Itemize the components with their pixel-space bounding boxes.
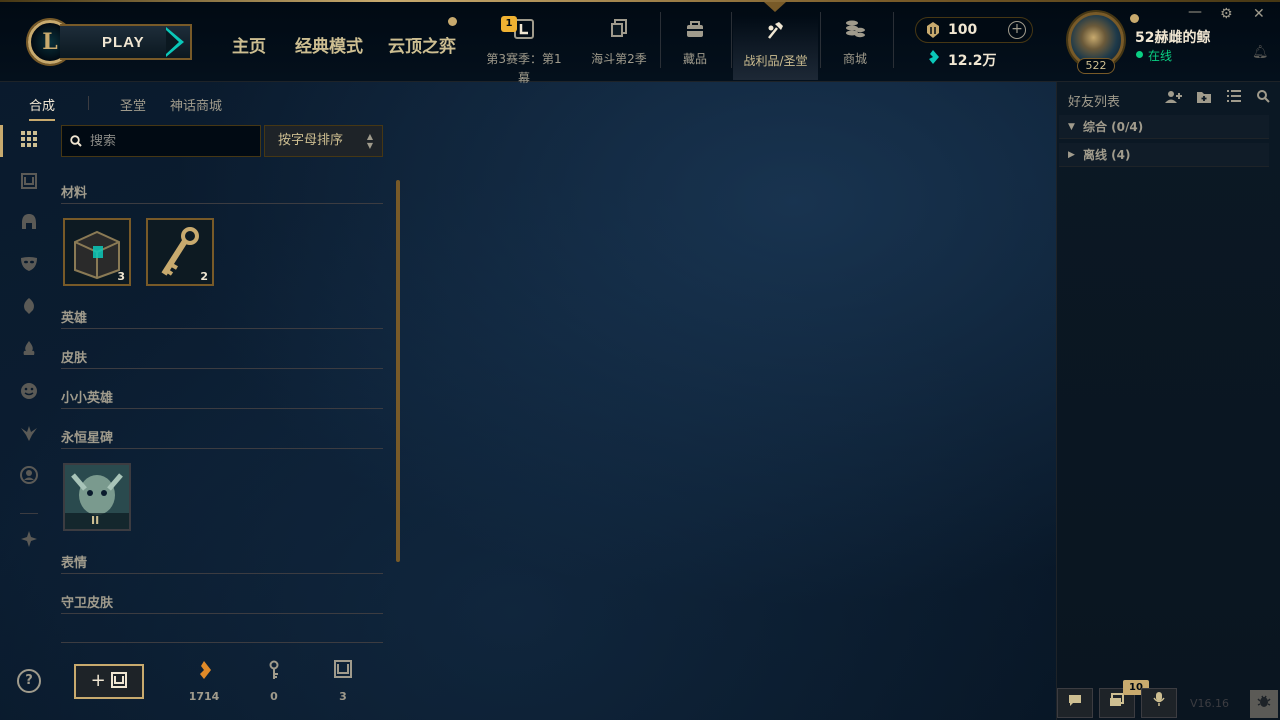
buy-rp-button[interactable]: +	[1008, 21, 1026, 39]
caret-right-icon: ▶	[1068, 150, 1075, 160]
event-cards-icon	[579, 18, 659, 42]
active-tab-indicator	[764, 2, 786, 12]
nav-collection-label: 藏品	[682, 52, 707, 66]
rp-value: 100	[948, 22, 978, 38]
friend-group-general[interactable]: ▼ 综合 (0/4)	[1059, 115, 1269, 139]
sort-chevrons-icon: ▲ ▼	[366, 132, 373, 150]
nav-classic-mode[interactable]: 经典模式	[295, 32, 363, 57]
ward-skin-icon[interactable]	[18, 424, 40, 446]
nav-season-pass-label: 第3赛季：第1幕	[486, 52, 562, 85]
champion-helmet-icon[interactable]	[18, 213, 40, 235]
loot-tile-hextech-chest[interactable]: 3	[63, 218, 131, 286]
loot-crafting-icon	[733, 20, 818, 44]
tab-sanctum[interactable]: 圣堂	[120, 95, 146, 114]
store-coins-icon	[815, 18, 895, 42]
loot-tile-count: 2	[200, 270, 208, 283]
sort-selected-value: 按字母排序	[278, 133, 344, 148]
category-skins: 皮肤	[61, 347, 383, 369]
level-badge: 522	[1077, 58, 1115, 74]
missions-icon	[1110, 693, 1124, 706]
eternal-series-label: II	[91, 514, 100, 527]
search-field[interactable]	[61, 125, 261, 157]
blue-essence-icon	[925, 49, 941, 65]
nav-store-label: 商城	[842, 52, 867, 66]
friends-list-title: 好友列表	[1068, 95, 1121, 110]
key-fragments-value: 0	[270, 690, 278, 703]
summoner-icon-filter-icon[interactable]	[18, 466, 40, 488]
nav-collection[interactable]: 藏品	[655, 18, 735, 67]
loot-scrollbar[interactable]	[396, 180, 400, 562]
friend-group-label: 综合 (0/4)	[1083, 120, 1144, 134]
online-status-dot	[1136, 51, 1143, 58]
client-version: V16.16	[1190, 697, 1230, 710]
nav-tft[interactable]: 云顶之弈	[388, 32, 456, 57]
little-legend-icon[interactable]	[18, 297, 40, 319]
orange-essence-value: 1714	[188, 690, 220, 703]
notification-dot	[448, 17, 457, 26]
category-eternals: 永恒星碑	[61, 427, 383, 449]
misc-loot-icon[interactable]	[18, 530, 40, 552]
category-ward-skins: 守卫皮肤	[61, 592, 383, 614]
nav-event[interactable]: 海斗第2季	[579, 18, 659, 67]
tab-mythic-shop[interactable]: 神话商城	[170, 95, 222, 114]
season-badge: 1	[501, 16, 517, 32]
settings-gear-icon[interactable]: ⚙	[1220, 6, 1233, 22]
emote-face-icon[interactable]	[18, 382, 40, 404]
search-input[interactable]	[90, 133, 250, 149]
orange-essence-icon	[192, 660, 216, 685]
profile-notification-dot	[1130, 14, 1139, 23]
minimize-icon[interactable]: —	[1188, 4, 1202, 20]
rp-icon	[925, 21, 941, 39]
craft-key-button[interactable]: +	[74, 664, 144, 699]
bug-report-button[interactable]	[1250, 690, 1278, 718]
chat-button[interactable]	[1057, 688, 1093, 718]
collection-bag-icon	[655, 18, 735, 42]
loot-tile-key[interactable]: 2	[146, 218, 214, 286]
eternals-flame-icon[interactable]	[18, 340, 40, 362]
search-friends-icon[interactable]	[1257, 90, 1270, 107]
summoner-name[interactable]: 52赫雌的鲸	[1135, 27, 1210, 47]
bug-icon	[1257, 695, 1271, 707]
friend-group-label: 离线 (4)	[1083, 148, 1131, 162]
category-champions: 英雄	[61, 307, 383, 329]
add-folder-icon[interactable]	[1196, 90, 1212, 108]
category-little-legends: 小小英雄	[61, 387, 383, 409]
season-pass-icon	[484, 18, 564, 42]
list-view-icon[interactable]	[1227, 90, 1241, 106]
chests-value: 3	[339, 690, 347, 703]
rail-active-indicator	[0, 125, 3, 157]
key-fragment-icon	[262, 660, 286, 685]
sort-dropdown[interactable]: 按字母排序 ▲ ▼	[264, 125, 383, 157]
nav-loot[interactable]: 战利品/圣堂	[733, 16, 818, 80]
nav-season-pass[interactable]: 第3赛季：第1幕	[484, 18, 564, 86]
blue-essence-value: 12.2万	[948, 53, 997, 69]
help-button[interactable]: ?	[17, 669, 41, 693]
skin-mask-icon[interactable]	[18, 255, 40, 277]
chest-filter-icon[interactable]	[18, 172, 40, 194]
microphone-icon	[1153, 692, 1165, 706]
notification-bell-icon[interactable]: 🔔︎	[1252, 45, 1269, 60]
online-status-text[interactable]: 在线	[1148, 47, 1172, 64]
search-icon	[70, 132, 82, 151]
category-emotes: 表情	[61, 552, 383, 574]
chat-bubble-icon	[1069, 695, 1081, 706]
voice-button[interactable]	[1141, 688, 1177, 718]
loot-tile-count: 3	[117, 270, 125, 283]
close-icon[interactable]: ✕	[1253, 6, 1265, 22]
top-navigation-bar: L PLAY 主页 经典模式 云顶之弈 第3赛季：第1幕 1 海斗第2季 藏品 …	[0, 0, 1280, 85]
grid-all-icon[interactable]	[18, 130, 40, 152]
nav-store[interactable]: 商城	[815, 18, 895, 67]
category-materials: 材料	[61, 182, 383, 204]
chest-icon	[111, 672, 128, 688]
nav-event-label: 海斗第2季	[591, 52, 647, 66]
tab-crafting[interactable]: 合成	[29, 95, 56, 121]
add-friend-icon[interactable]	[1165, 90, 1183, 108]
loot-tile-eternals[interactable]: II	[63, 463, 131, 531]
caret-down-icon: ▼	[1068, 122, 1075, 132]
nav-loot-label: 战利品/圣堂	[743, 54, 808, 68]
nav-home[interactable]: 主页	[232, 32, 266, 57]
chest-count-icon	[331, 660, 355, 683]
friends-list-panel: 好友列表 ▼ 综合 (0/4) ▶ 离线 (4)	[1056, 82, 1280, 720]
friend-group-offline[interactable]: ▶ 离线 (4)	[1059, 143, 1269, 167]
